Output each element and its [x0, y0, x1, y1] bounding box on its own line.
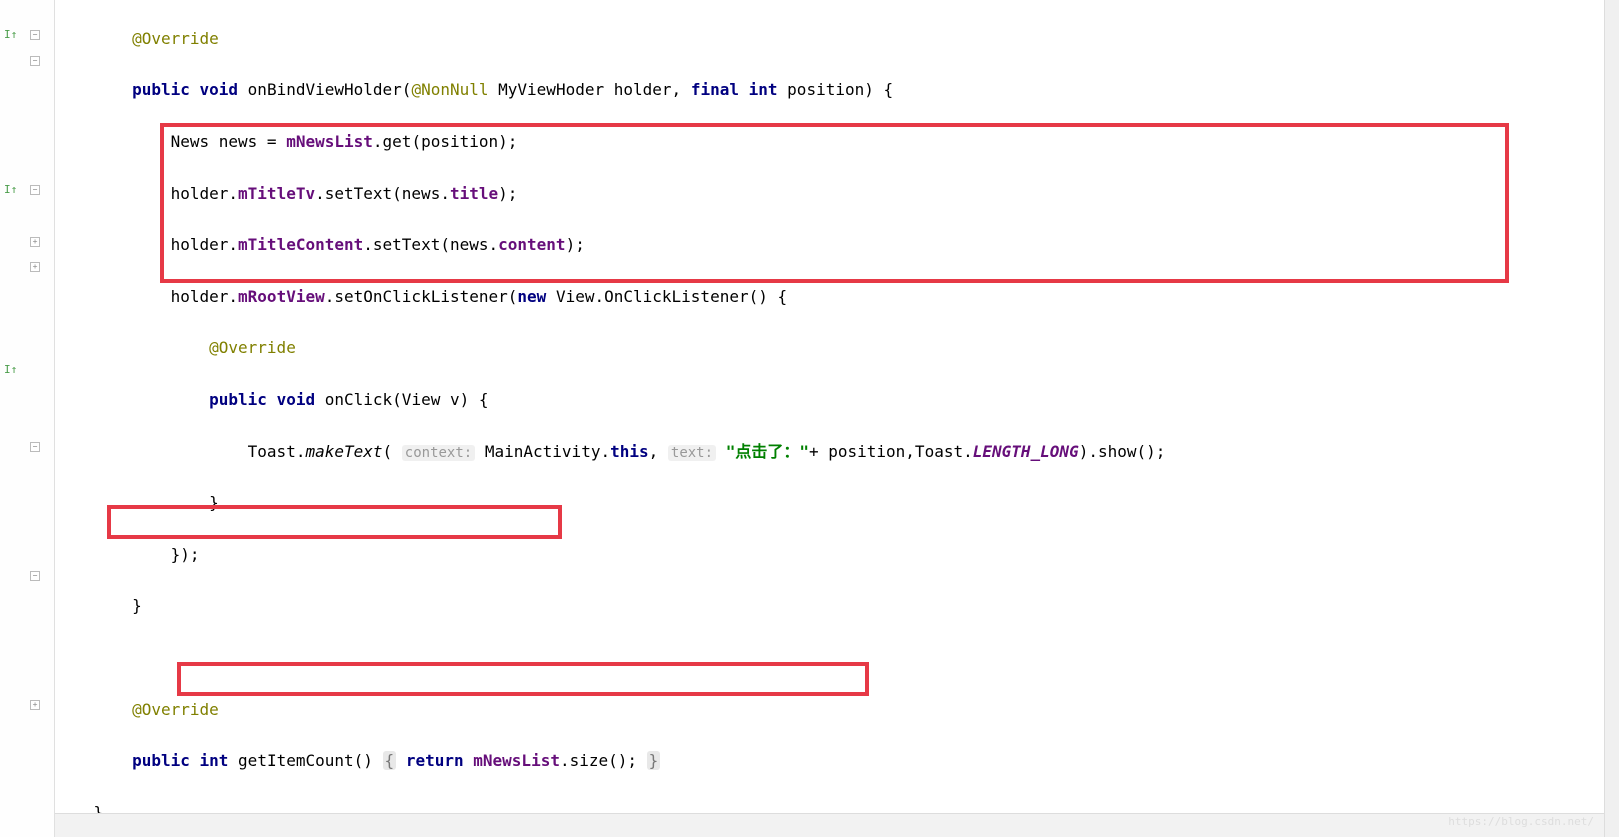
keyword-int: int	[200, 751, 229, 770]
method-name: onClick	[325, 390, 392, 409]
keyword-void: void	[200, 80, 239, 99]
type: News	[171, 132, 210, 151]
method-name: getItemCount	[238, 751, 354, 770]
keyword-public: public	[132, 751, 190, 770]
code-text: MainActivity.	[485, 442, 610, 461]
fold-icon[interactable]: −	[30, 30, 40, 40]
keyword-new: new	[517, 287, 546, 306]
param-hint: text:	[668, 445, 716, 461]
code-text: ).show();	[1079, 442, 1166, 461]
code-text: holder.	[171, 287, 238, 306]
code-editor[interactable]: @Override public void onBindViewHolder(@…	[55, 0, 1604, 837]
param-hint: context:	[402, 445, 475, 461]
fold-icon[interactable]: +	[30, 700, 40, 710]
code-text: holder.	[171, 235, 238, 254]
field: mTitleTv	[238, 184, 315, 203]
annotation: @Override	[132, 700, 219, 719]
breadcrumb-bar[interactable]: MainActivity › onCreate()	[55, 813, 1604, 837]
override-marker-icon[interactable]: I↑	[4, 183, 20, 199]
keyword-void: void	[277, 390, 316, 409]
field: content	[498, 235, 565, 254]
watermark: https://blog.csdn.net/	[1448, 809, 1594, 835]
field: mRootView	[238, 287, 325, 306]
constant: LENGTH_LONG	[973, 442, 1079, 461]
method-name: onBindViewHolder	[248, 80, 402, 99]
var: news	[219, 132, 258, 151]
keyword-int: int	[749, 80, 778, 99]
code-text: (View v) {	[392, 390, 488, 409]
field: mNewsList	[473, 751, 560, 770]
fold-icon[interactable]: −	[30, 56, 40, 66]
string-literal: "点击了："	[726, 442, 809, 461]
annotation: @NonNull	[411, 80, 488, 99]
code-text: .get(position);	[373, 132, 518, 151]
param: position	[787, 80, 864, 99]
code-text: View.OnClickListener() {	[556, 287, 787, 306]
fold-icon[interactable]: +	[30, 237, 40, 247]
keyword-public: public	[209, 390, 267, 409]
keyword-this: this	[610, 442, 649, 461]
editor-gutter: I↑ − − I↑ − + + I↑ − − +	[0, 0, 55, 837]
code-text: holder.	[171, 184, 238, 203]
code-text: .setText(news.	[363, 235, 498, 254]
static-method: makeText	[305, 442, 382, 461]
field: title	[450, 184, 498, 203]
field: mTitleContent	[238, 235, 363, 254]
keyword-return: return	[406, 751, 464, 770]
folded-brace[interactable]: }	[647, 751, 661, 770]
code-text: .size();	[560, 751, 637, 770]
keyword-final: final	[691, 80, 739, 99]
vertical-scrollbar[interactable]	[1604, 0, 1619, 837]
override-marker-icon[interactable]: I↑	[4, 363, 20, 379]
code-text: Toast.	[248, 442, 306, 461]
type: MyViewHoder	[498, 80, 604, 99]
annotation: @Override	[209, 338, 296, 357]
fold-icon[interactable]: +	[30, 262, 40, 272]
code-text: + position,Toast.	[809, 442, 973, 461]
keyword-public: public	[132, 80, 190, 99]
field: mNewsList	[286, 132, 373, 151]
override-marker-icon[interactable]: I↑	[4, 28, 20, 44]
param: holder	[614, 80, 672, 99]
fold-icon[interactable]: −	[30, 442, 40, 452]
code-text: .setText(news.	[315, 184, 450, 203]
folded-brace[interactable]: {	[383, 751, 397, 770]
annotation: @Override	[132, 29, 219, 48]
code-text: .setOnClickListener(	[325, 287, 518, 306]
fold-icon[interactable]: −	[30, 571, 40, 581]
fold-icon[interactable]: −	[30, 185, 40, 195]
